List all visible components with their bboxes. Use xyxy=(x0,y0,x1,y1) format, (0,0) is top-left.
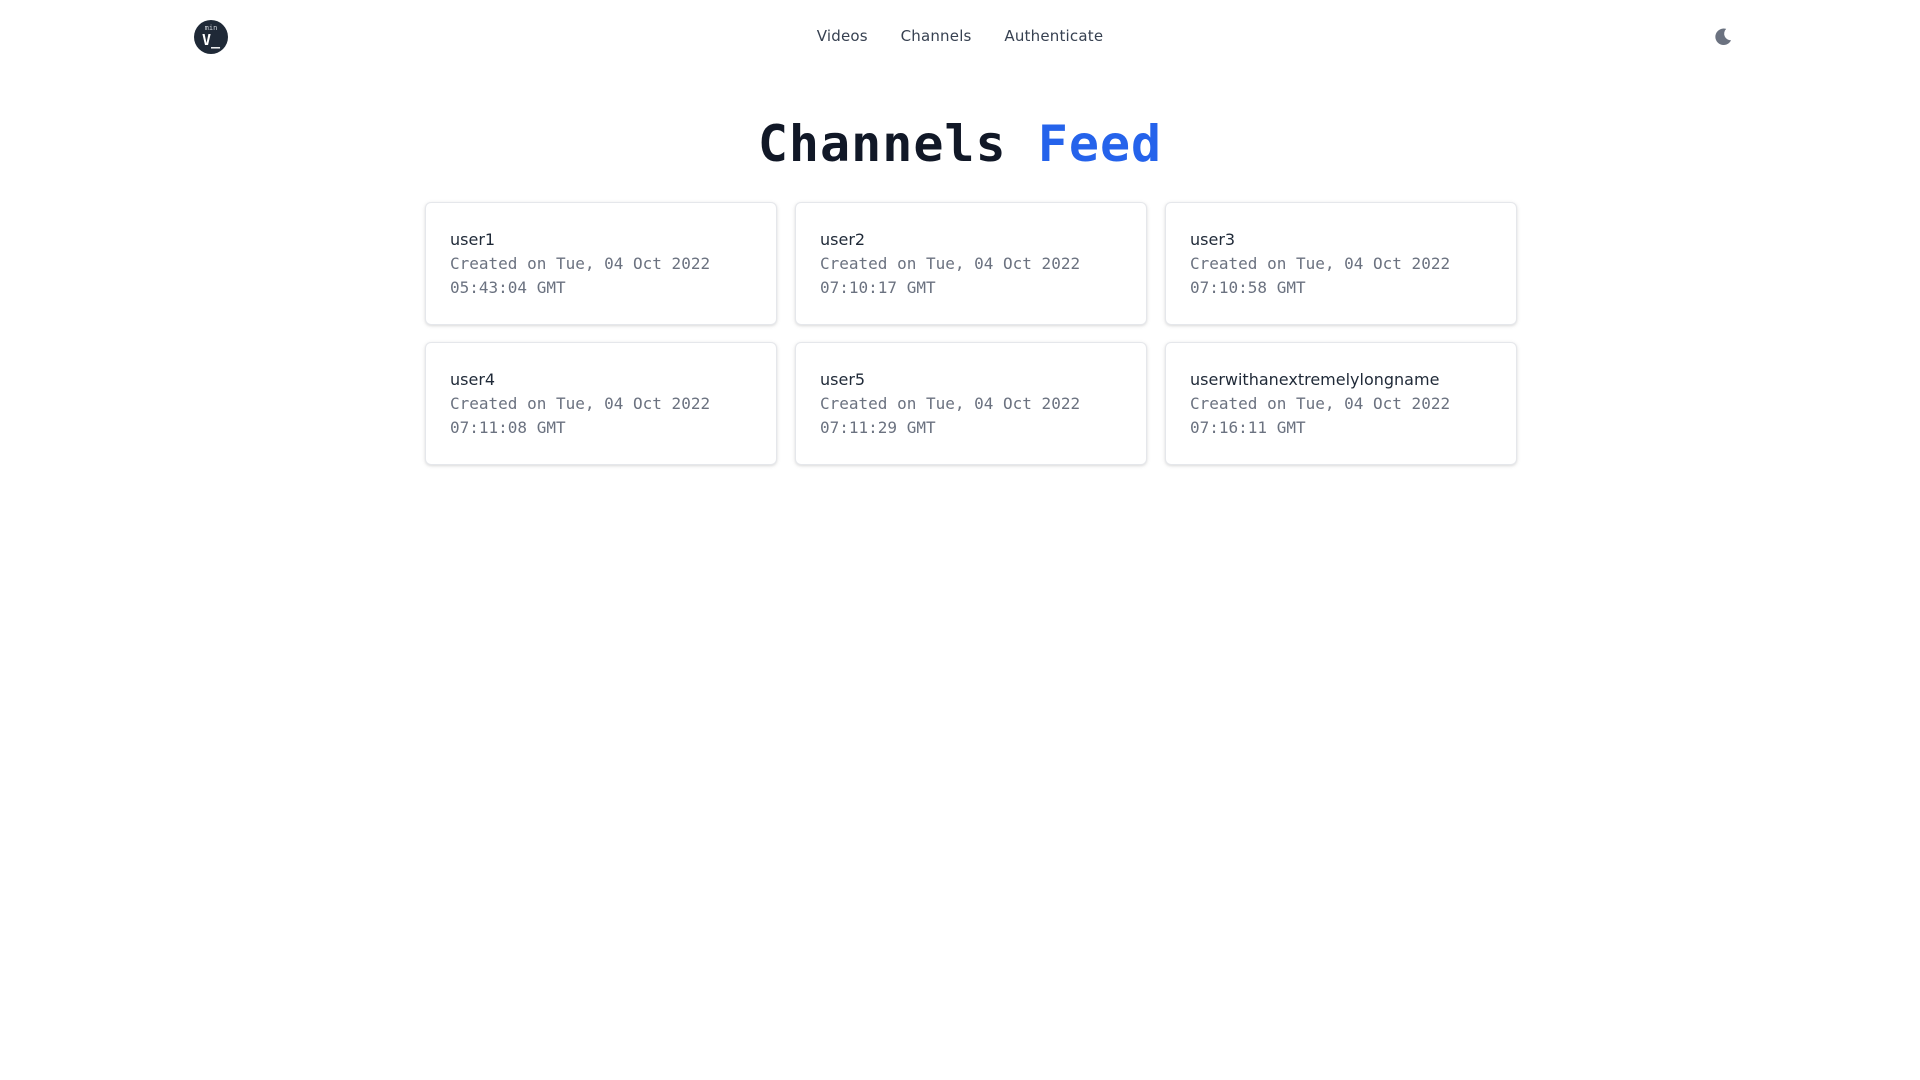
channel-name: userwithanextremelylongname xyxy=(1190,370,1440,389)
channel-created-date: Created on Tue, 04 Oct 2022 07:10:17 GMT xyxy=(820,254,1081,297)
channel-card[interactable]: user5 Created on Tue, 04 Oct 2022 07:11:… xyxy=(795,342,1147,465)
channel-card[interactable]: user2 Created on Tue, 04 Oct 2022 07:10:… xyxy=(795,202,1147,325)
nav-link-channels[interactable]: Channels xyxy=(901,26,972,46)
channel-name: user5 xyxy=(820,370,866,389)
channel-card[interactable]: user3 Created on Tue, 04 Oct 2022 07:10:… xyxy=(1165,202,1517,325)
nav-links: Videos Channels Authenticate xyxy=(0,26,1920,46)
top-navigation: min V_ Videos Channels Authenticate xyxy=(0,0,1920,72)
channel-created-date: Created on Tue, 04 Oct 2022 05:43:04 GMT xyxy=(450,254,711,297)
channel-card[interactable]: user1 Created on Tue, 04 Oct 2022 05:43:… xyxy=(425,202,777,325)
channel-card[interactable]: user4 Created on Tue, 04 Oct 2022 07:11:… xyxy=(425,342,777,465)
channel-name: user3 xyxy=(1190,230,1236,249)
channel-card[interactable]: userwithanextremelylongname Created on T… xyxy=(1165,342,1517,465)
page-title-accent: Feed xyxy=(1037,115,1163,173)
moon-icon xyxy=(1715,28,1732,46)
channel-created-date: Created on Tue, 04 Oct 2022 07:16:11 GMT xyxy=(1190,394,1451,437)
channel-name: user1 xyxy=(450,230,496,249)
page-title: Channels Feed xyxy=(0,112,1920,176)
channel-created-date: Created on Tue, 04 Oct 2022 07:11:29 GMT xyxy=(820,394,1081,437)
nav-link-videos[interactable]: Videos xyxy=(817,26,868,46)
page-title-main: Channels xyxy=(757,115,1007,173)
theme-toggle-button[interactable] xyxy=(1712,26,1734,48)
channel-created-date: Created on Tue, 04 Oct 2022 07:11:08 GMT xyxy=(450,394,711,437)
channel-name: user4 xyxy=(450,370,496,389)
channel-created-date: Created on Tue, 04 Oct 2022 07:10:58 GMT xyxy=(1190,254,1451,297)
nav-link-authenticate[interactable]: Authenticate xyxy=(1004,26,1103,46)
channels-grid: user1 Created on Tue, 04 Oct 2022 05:43:… xyxy=(425,202,1517,465)
channel-name: user2 xyxy=(820,230,866,249)
